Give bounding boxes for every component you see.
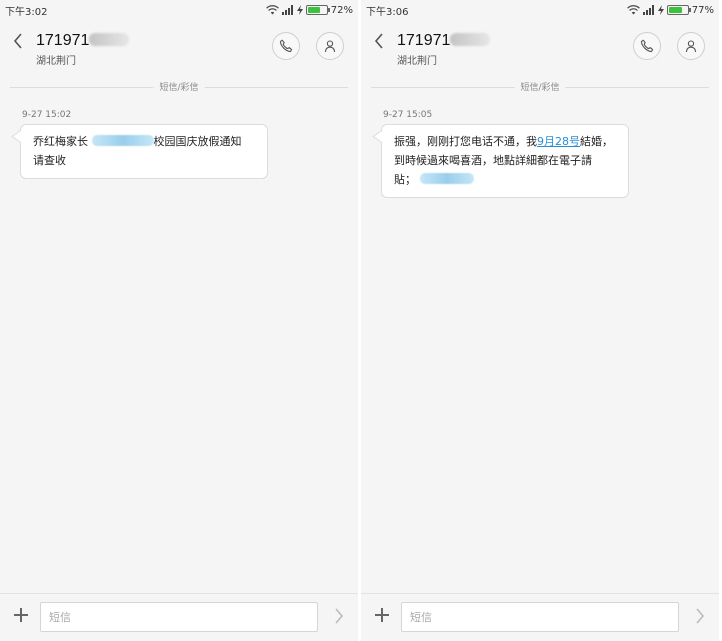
wifi-icon: [626, 5, 640, 15]
redacted-link[interactable]: [419, 173, 474, 184]
message-type-label: 短信/彩信: [514, 80, 566, 93]
chevron-right-icon[interactable]: [693, 607, 707, 625]
message-type-label: 短信/彩信: [153, 80, 205, 93]
message-text-part: 到時候過來喝喜酒，地點詳細都在電子請: [394, 154, 592, 167]
chevron-right-icon[interactable]: [332, 607, 346, 625]
contact-number: 171971: [397, 32, 491, 50]
contact-location: 湖北荆门: [397, 56, 437, 67]
battery-icon: [305, 5, 330, 15]
status-bar: 下午3:02 72%: [0, 0, 358, 20]
battery-percent: 77%: [691, 4, 714, 16]
battery-percent: 72%: [330, 4, 353, 16]
message-timestamp: 9-27 15:05: [383, 110, 433, 120]
contact-number-redacted: [450, 33, 491, 46]
message-text-part: 请查收: [33, 154, 66, 167]
plus-icon[interactable]: [12, 606, 30, 624]
message-type-divider: 短信/彩信: [10, 80, 348, 94]
phone-icon: [640, 39, 654, 53]
conversation-panel-right: 下午3:06 77% 171971 湖北荆门 短信/彩信 9-27 15:05 …: [361, 0, 719, 641]
bolt-icon: [657, 5, 664, 15]
status-indicators: 72%: [265, 2, 353, 18]
message-input[interactable]: [40, 602, 318, 632]
contact-number: 171971: [36, 32, 130, 50]
message-bubble[interactable]: 乔红梅家长 校园国庆放假通知 请查收: [20, 124, 268, 179]
contact-button[interactable]: [316, 32, 344, 60]
call-button[interactable]: [272, 32, 300, 60]
signal-icon: [642, 5, 654, 15]
phone-icon: [279, 39, 293, 53]
contact-number-redacted: [89, 33, 130, 46]
redacted-link[interactable]: [91, 135, 154, 146]
message-text-part: 結婚，: [580, 135, 613, 148]
message-text-part: 貼；: [394, 173, 416, 186]
conversation-panel-left: 下午3:02 72% 171971 湖北荆门 短信/彩信 9-27 15:02 …: [0, 0, 358, 641]
status-time: 下午3:06: [366, 7, 409, 18]
contact-location: 湖北荆门: [36, 56, 76, 67]
battery-fill: [307, 7, 321, 13]
message-text-part: 乔红梅家长: [33, 135, 88, 148]
call-button[interactable]: [633, 32, 661, 60]
bolt-icon: [296, 5, 303, 15]
conversation-header: 171971 湖北荆门: [361, 20, 719, 74]
message-input[interactable]: [401, 602, 679, 632]
battery-fill: [668, 7, 683, 13]
person-icon: [685, 40, 697, 53]
status-indicators: 77%: [626, 2, 714, 18]
battery-icon: [666, 5, 691, 15]
message-text-part: 振强，刚刚打您电话不通，我: [394, 135, 537, 148]
message-text-part: 校园国庆放假通知: [153, 135, 242, 148]
chevron-left-icon[interactable]: [371, 31, 387, 51]
date-link[interactable]: 9月28号: [537, 135, 580, 148]
compose-bar: [361, 593, 719, 641]
chevron-left-icon[interactable]: [10, 31, 26, 51]
wifi-icon: [265, 5, 279, 15]
conversation-header: 171971 湖北荆门: [0, 20, 358, 74]
contact-number-visible: 171971: [397, 32, 451, 49]
status-time: 下午3:02: [5, 7, 48, 18]
status-bar: 下午3:06 77%: [361, 0, 719, 20]
contact-number-visible: 171971: [36, 32, 90, 49]
message-type-divider: 短信/彩信: [371, 80, 709, 94]
plus-icon[interactable]: [373, 606, 391, 624]
signal-icon: [281, 5, 293, 15]
message-timestamp: 9-27 15:02: [22, 110, 72, 120]
message-bubble[interactable]: 振强，刚刚打您电话不通，我9月28号結婚， 到時候過來喝喜酒，地點詳細都在電子請…: [381, 124, 629, 198]
person-icon: [324, 40, 336, 53]
compose-bar: [0, 593, 358, 641]
contact-button[interactable]: [677, 32, 705, 60]
